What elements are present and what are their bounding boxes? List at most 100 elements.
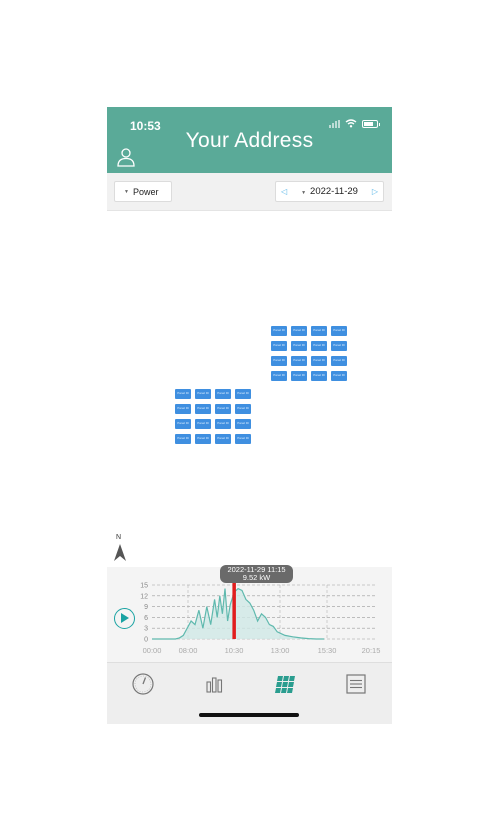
caret-down-icon: ▼ bbox=[124, 188, 129, 195]
solar-panel[interactable]: Panel ID bbox=[235, 434, 251, 444]
panel-label: Panel ID bbox=[217, 421, 229, 426]
panel-label: Panel ID bbox=[293, 343, 305, 348]
solar-panel[interactable]: Panel ID bbox=[215, 434, 231, 444]
home-indicator[interactable] bbox=[199, 713, 299, 717]
tab-list[interactable] bbox=[344, 672, 368, 696]
panel-label: Panel ID bbox=[197, 391, 209, 396]
app-screen: 10:53 Your Address ▼ Power ◁ ▼ 2022-11-2… bbox=[107, 107, 392, 724]
solar-panel[interactable]: Panel ID bbox=[235, 419, 251, 429]
panel-label: Panel ID bbox=[197, 436, 209, 441]
solar-panel[interactable]: Panel ID bbox=[271, 356, 287, 366]
panel-label: Panel ID bbox=[273, 343, 285, 348]
panel-label: Panel ID bbox=[177, 406, 189, 411]
x-tick-label: 13:00 bbox=[271, 646, 290, 655]
bar-chart-icon bbox=[206, 677, 223, 693]
previous-date-button[interactable]: ◁ bbox=[281, 187, 287, 196]
app-header: 10:53 Your Address bbox=[107, 107, 392, 173]
north-arrow-icon bbox=[114, 544, 126, 561]
solar-panel[interactable]: Panel ID bbox=[291, 326, 307, 336]
panel-label: Panel ID bbox=[177, 436, 189, 441]
solar-panel[interactable]: Panel ID bbox=[195, 404, 211, 414]
y-tick-label: 6 bbox=[144, 615, 148, 622]
panel-label: Panel ID bbox=[333, 373, 345, 378]
panel-array-left: Panel ID Panel ID Panel ID Panel ID Panel ID… bbox=[175, 389, 251, 444]
caret-down-icon: ▼ bbox=[301, 190, 307, 196]
x-tick-label: 20:15 bbox=[362, 646, 381, 655]
x-tick-label: 10:30 bbox=[225, 646, 244, 655]
next-date-button[interactable]: ▷ bbox=[372, 187, 378, 196]
solar-panel[interactable]: Panel ID bbox=[291, 356, 307, 366]
panel-label: Panel ID bbox=[273, 328, 285, 333]
chart-tooltip: 2022-11-29 11:15 9.52 kW bbox=[220, 565, 293, 583]
solar-panel[interactable]: Panel ID bbox=[215, 404, 231, 414]
solar-panel[interactable]: Panel ID bbox=[331, 371, 347, 381]
y-tick-label: 9 bbox=[144, 604, 148, 611]
panel-label: Panel ID bbox=[237, 421, 249, 426]
solar-panel[interactable]: Panel ID bbox=[311, 371, 327, 381]
panel-layout-icon bbox=[275, 676, 295, 693]
user-profile-icon[interactable] bbox=[116, 147, 136, 167]
solar-panel[interactable]: Panel ID bbox=[175, 419, 191, 429]
panel-label: Panel ID bbox=[217, 406, 229, 411]
panel-label: Panel ID bbox=[177, 421, 189, 426]
panel-label: Panel ID bbox=[333, 328, 345, 333]
panel-label: Panel ID bbox=[197, 406, 209, 411]
solar-panel[interactable]: Panel ID bbox=[215, 419, 231, 429]
solar-panel[interactable]: Panel ID bbox=[215, 389, 231, 399]
solar-panel[interactable]: Panel ID bbox=[235, 389, 251, 399]
panel-label: Panel ID bbox=[313, 343, 325, 348]
solar-panel[interactable]: Panel ID bbox=[235, 404, 251, 414]
panel-label: Panel ID bbox=[237, 406, 249, 411]
solar-panel[interactable]: Panel ID bbox=[195, 434, 211, 444]
solar-panel[interactable]: Panel ID bbox=[331, 356, 347, 366]
y-tick-label: 15 bbox=[140, 583, 148, 590]
metric-dropdown[interactable]: ▼ Power bbox=[114, 181, 172, 202]
tab-statistics[interactable] bbox=[202, 672, 226, 696]
y-tick-label: 12 bbox=[140, 593, 148, 600]
page-title: Your Address bbox=[185, 129, 314, 152]
solar-panel[interactable]: Panel ID bbox=[331, 341, 347, 351]
tooltip-value: 9.52 kW bbox=[242, 573, 271, 582]
solar-panel[interactable]: Panel ID bbox=[175, 434, 191, 444]
x-tick-label: 08:00 bbox=[179, 646, 198, 655]
panel-label: Panel ID bbox=[217, 391, 229, 396]
solar-panel[interactable]: Panel ID bbox=[271, 371, 287, 381]
panel-label: Panel ID bbox=[313, 358, 325, 363]
solar-panel[interactable]: Panel ID bbox=[291, 341, 307, 351]
date-picker[interactable]: ◁ ▼ 2022-11-29 ▷ bbox=[275, 181, 384, 202]
solar-panel[interactable]: Panel ID bbox=[331, 326, 347, 336]
panel-label: Panel ID bbox=[177, 391, 189, 396]
list-icon bbox=[346, 674, 366, 694]
metric-label: Power bbox=[132, 186, 159, 197]
tab-panel-layout[interactable] bbox=[274, 672, 298, 696]
solar-panel[interactable]: Panel ID bbox=[175, 389, 191, 399]
solar-panel[interactable]: Panel ID bbox=[175, 404, 191, 414]
panel-label: Panel ID bbox=[217, 436, 229, 441]
y-tick-label: 3 bbox=[144, 626, 148, 633]
x-tick-label: 15:30 bbox=[318, 646, 337, 655]
panel-layout-map[interactable]: Panel ID Panel ID Panel ID Panel ID Panel ID… bbox=[107, 211, 392, 563]
battery-icon bbox=[362, 119, 380, 128]
solar-panel[interactable]: Panel ID bbox=[291, 371, 307, 381]
date-value: 2022-11-29 bbox=[310, 186, 358, 197]
panel-label: Panel ID bbox=[237, 436, 249, 441]
tab-gauge[interactable] bbox=[131, 672, 155, 696]
solar-panel[interactable]: Panel ID bbox=[311, 356, 327, 366]
wifi-icon bbox=[345, 119, 357, 128]
solar-panel[interactable]: Panel ID bbox=[311, 341, 327, 351]
series-area bbox=[152, 588, 325, 639]
panel-label: Panel ID bbox=[313, 328, 325, 333]
solar-panel[interactable]: Panel ID bbox=[311, 326, 327, 336]
compass-north: N bbox=[113, 534, 127, 564]
solar-panel[interactable]: Panel ID bbox=[195, 389, 211, 399]
panel-label: Panel ID bbox=[293, 373, 305, 378]
panel-array-right: Panel ID Panel ID Panel ID Panel ID Panel ID… bbox=[271, 326, 347, 381]
power-chart[interactable]: 0 3 6 9 12 15 00:00 08:00 10:30 13:00 15:30 20:15 2… bbox=[107, 565, 392, 662]
solar-panel[interactable]: Panel ID bbox=[195, 419, 211, 429]
solar-panel[interactable]: Panel ID bbox=[271, 326, 287, 336]
panel-label: Panel ID bbox=[197, 421, 209, 426]
solar-panel[interactable]: Panel ID bbox=[271, 341, 287, 351]
date-value-wrap[interactable]: ▼ 2022-11-29 bbox=[301, 186, 358, 197]
signal-icon bbox=[329, 119, 340, 128]
panel-label: Panel ID bbox=[273, 373, 285, 378]
